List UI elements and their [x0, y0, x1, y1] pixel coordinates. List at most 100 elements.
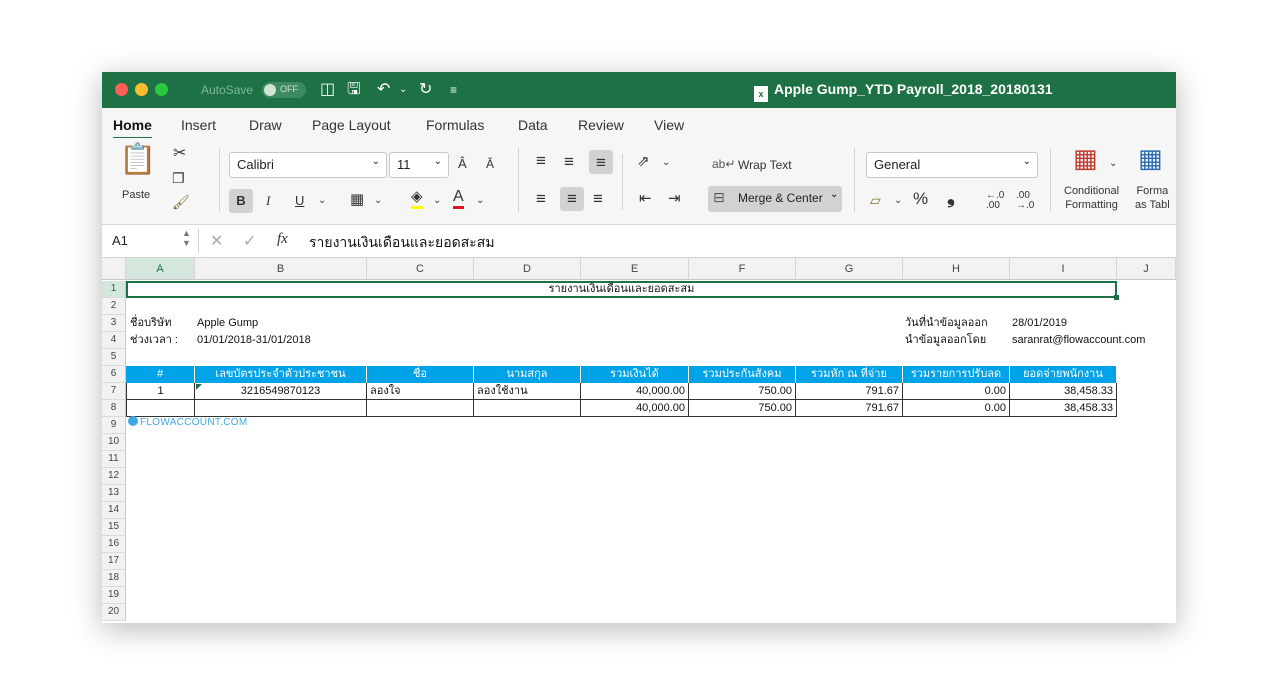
- row-header[interactable]: 7: [102, 383, 126, 400]
- align-left-icon[interactable]: ≡: [536, 189, 546, 209]
- save-icon[interactable]: 🖫: [347, 81, 361, 99]
- total-net-pay[interactable]: 38,458.33: [1010, 400, 1117, 417]
- font-size-select[interactable]: 11 ⌄: [389, 152, 449, 178]
- tab-draw[interactable]: Draw: [249, 117, 282, 133]
- row-header[interactable]: 17: [102, 553, 126, 570]
- close-window-button[interactable]: [115, 83, 128, 96]
- orientation-icon[interactable]: ⇗: [637, 152, 650, 172]
- row-header[interactable]: 19: [102, 587, 126, 604]
- tab-home[interactable]: Home: [113, 117, 152, 140]
- row-header[interactable]: 14: [102, 502, 126, 519]
- table-cell[interactable]: 1: [126, 383, 195, 400]
- percent-style-button[interactable]: %: [913, 189, 928, 209]
- row-header[interactable]: 9: [102, 417, 126, 434]
- formula-input[interactable]: รายงานเงินเดือนและยอดสะสม: [309, 232, 495, 254]
- fill-color-dropdown-icon[interactable]: ⌄: [433, 191, 441, 211]
- column-header-h[interactable]: H: [903, 258, 1010, 280]
- row-header[interactable]: 10: [102, 434, 126, 451]
- row-header[interactable]: 13: [102, 485, 126, 502]
- column-header-g[interactable]: G: [796, 258, 903, 280]
- select-all-corner[interactable]: [102, 258, 126, 280]
- row-header[interactable]: 18: [102, 570, 126, 587]
- table-cell[interactable]: 750.00: [689, 383, 796, 400]
- paste-icon[interactable]: 📋: [119, 145, 156, 175]
- wrap-text-icon[interactable]: ab↵: [712, 154, 735, 174]
- fill-color-icon[interactable]: ◈: [411, 188, 423, 209]
- name-box[interactable]: A1: [112, 233, 128, 248]
- align-top-icon[interactable]: ≡: [536, 151, 546, 171]
- row-header[interactable]: 15: [102, 519, 126, 536]
- sidebar-icon[interactable]: ◫: [320, 81, 335, 99]
- format-painter-icon[interactable]: 🖌: [172, 192, 190, 212]
- table-cell[interactable]: [367, 400, 474, 417]
- format-as-table-button[interactable]: Forma as Tabl: [1135, 184, 1170, 212]
- copy-icon[interactable]: ❐: [172, 168, 185, 188]
- table-cell[interactable]: [126, 400, 195, 417]
- align-right-icon[interactable]: ≡: [593, 189, 603, 209]
- column-header-b[interactable]: B: [195, 258, 367, 280]
- total-income[interactable]: 40,000.00: [581, 400, 689, 417]
- row-header[interactable]: 16: [102, 536, 126, 553]
- total-social-security[interactable]: 750.00: [689, 400, 796, 417]
- insert-function-button[interactable]: fx: [277, 231, 288, 248]
- comma-style-button[interactable]: ❟: [947, 187, 955, 207]
- increase-font-size-icon[interactable]: Â: [458, 154, 467, 174]
- redo-icon[interactable]: ↻: [419, 81, 432, 99]
- increase-indent-icon[interactable]: ⇥: [668, 189, 681, 209]
- borders-dropdown-icon[interactable]: ⌄: [374, 191, 382, 211]
- column-header-c[interactable]: C: [367, 258, 474, 280]
- increase-decimal-icon[interactable]: ←.0.00: [986, 191, 1004, 211]
- confirm-edit-icon[interactable]: ✓: [243, 231, 256, 251]
- row-header[interactable]: 2: [102, 298, 126, 315]
- row-header[interactable]: 8: [102, 400, 126, 417]
- name-box-stepper-icon[interactable]: ▲ ▼: [182, 228, 191, 248]
- format-as-table-icon[interactable]: ▦: [1138, 145, 1163, 171]
- column-header-a[interactable]: A: [126, 258, 195, 280]
- merge-center-button[interactable]: ⊟ Merge & Center ⌄: [708, 186, 842, 212]
- row-header[interactable]: 5: [102, 349, 126, 366]
- tab-view[interactable]: View: [654, 117, 684, 133]
- conditional-formatting-dropdown-icon[interactable]: ⌄: [1109, 154, 1117, 174]
- align-bottom-icon[interactable]: ≡: [589, 150, 613, 174]
- tab-formulas[interactable]: Formulas: [426, 117, 484, 133]
- total-deductions[interactable]: 0.00: [903, 400, 1010, 417]
- table-cell[interactable]: 38,458.33: [1010, 383, 1117, 400]
- table-cell[interactable]: 791.67: [796, 383, 903, 400]
- row-header[interactable]: 4: [102, 332, 126, 349]
- column-header-e[interactable]: E: [581, 258, 689, 280]
- tab-page-layout[interactable]: Page Layout: [312, 117, 391, 133]
- borders-icon[interactable]: ▦: [350, 190, 364, 210]
- font-name-select[interactable]: Calibri ⌄: [229, 152, 387, 178]
- row-header[interactable]: 1: [102, 281, 126, 298]
- autosave-toggle[interactable]: OFF: [262, 82, 306, 98]
- tab-data[interactable]: Data: [518, 117, 548, 133]
- row-header[interactable]: 12: [102, 468, 126, 485]
- column-header-f[interactable]: F: [689, 258, 796, 280]
- undo-icon[interactable]: ↶: [377, 81, 390, 99]
- bold-button[interactable]: B: [229, 189, 253, 213]
- align-middle-icon[interactable]: ≡: [564, 152, 574, 172]
- zoom-window-button[interactable]: [155, 83, 168, 96]
- accounting-dropdown-icon[interactable]: ⌄: [894, 191, 902, 211]
- decrease-font-size-icon[interactable]: Ǎ: [486, 154, 494, 174]
- italic-button[interactable]: I: [266, 191, 270, 211]
- total-withholding[interactable]: 791.67: [796, 400, 903, 417]
- row-header[interactable]: 11: [102, 451, 126, 468]
- align-center-icon[interactable]: ≡: [560, 187, 584, 211]
- underline-button[interactable]: U: [295, 191, 304, 211]
- font-color-dropdown-icon[interactable]: ⌄: [476, 191, 484, 211]
- font-color-icon[interactable]: A: [453, 188, 464, 209]
- cut-icon[interactable]: ✂: [173, 144, 186, 164]
- table-cell[interactable]: ลองใจ: [367, 383, 474, 400]
- table-cell[interactable]: 3216549870123: [195, 383, 367, 400]
- customize-toolbar-icon[interactable]: ≡: [450, 81, 457, 99]
- worksheet-grid[interactable]: A B C D E F G H I J 1 2 3 4 5 6 7 8 9 10…: [102, 258, 1176, 623]
- table-cell[interactable]: 0.00: [903, 383, 1010, 400]
- decrease-decimal-icon[interactable]: .00 →.0: [1016, 191, 1034, 211]
- table-cell[interactable]: [195, 400, 367, 417]
- conditional-formatting-button[interactable]: Conditional Formatting: [1064, 184, 1119, 212]
- paste-label[interactable]: Paste: [122, 185, 150, 205]
- orientation-dropdown-icon[interactable]: ⌄: [662, 153, 670, 173]
- underline-dropdown-icon[interactable]: ⌄: [318, 191, 326, 211]
- undo-dropdown-icon[interactable]: ⌄: [399, 81, 407, 99]
